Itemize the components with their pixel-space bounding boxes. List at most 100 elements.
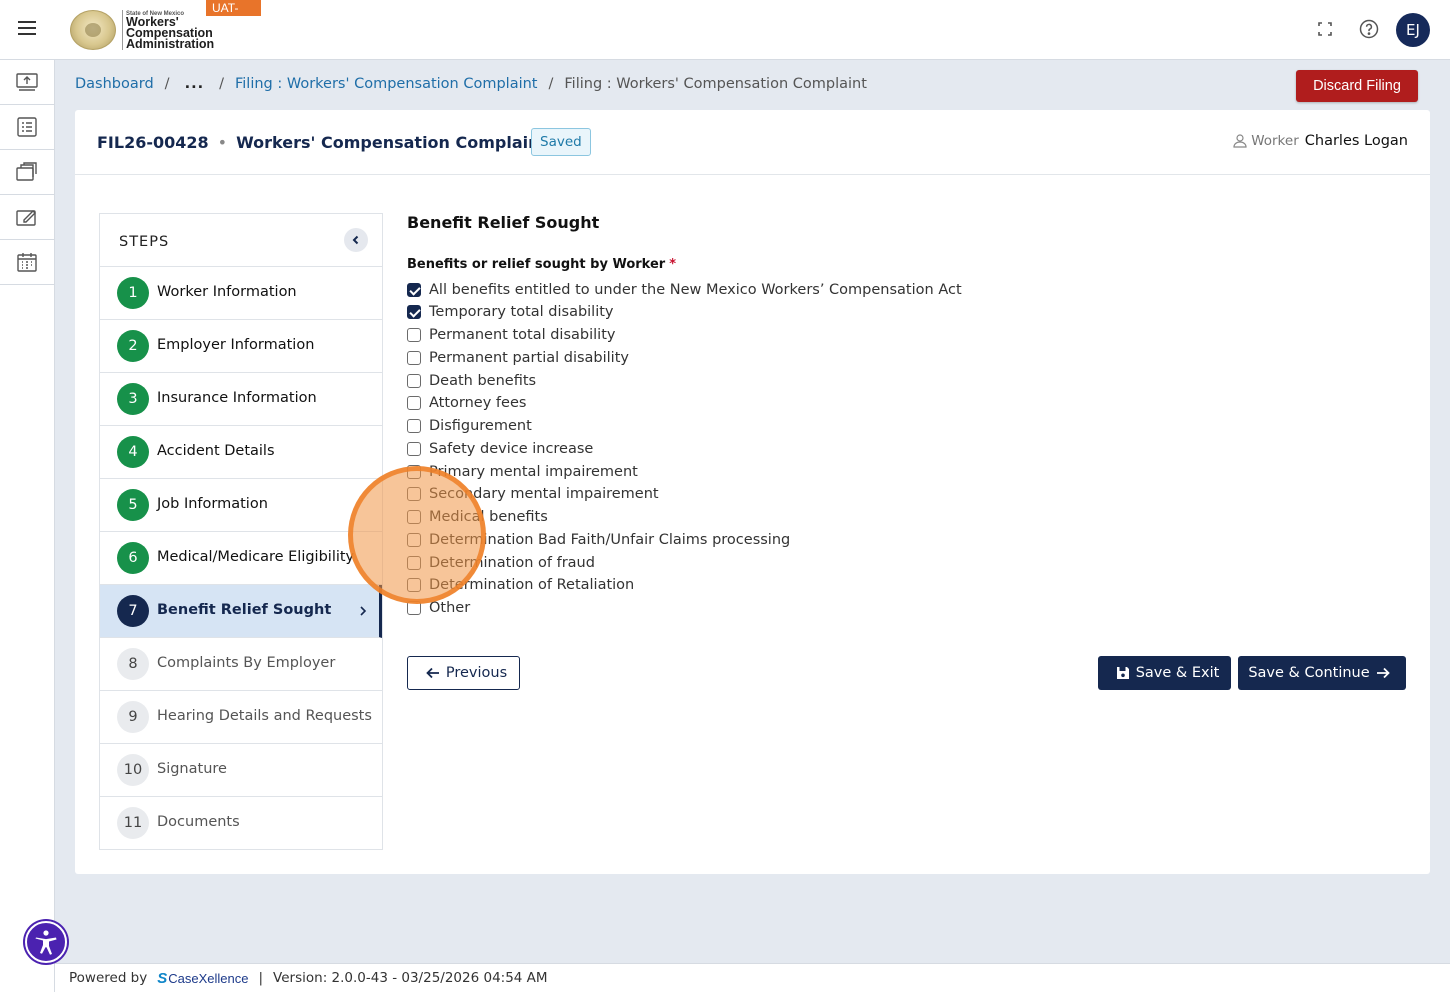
chevron-right-icon [360,606,367,616]
status-badge: Saved [531,128,591,156]
previous-button[interactable]: Previous [407,656,520,690]
step-9[interactable]: 9 Hearing Details and Requests [100,691,382,744]
benefit-option[interactable]: Secondary mental impairement [407,484,659,504]
benefit-option-label: Temporary total disability [429,304,614,320]
rail-calendar-icon[interactable] [0,240,54,285]
benefit-option[interactable]: Other [407,598,470,618]
accessibility-icon[interactable] [25,921,67,963]
powered-by-label: Powered by [69,970,148,986]
benefit-option-label: Determination of fraud [429,555,595,571]
section-title: Benefit Relief Sought [407,213,600,232]
benefit-option-label: Death benefits [429,373,537,389]
benefit-option-label: Attorney fees [429,395,527,411]
filing-title: FIL26-00428 • Workers' Compensation Comp… [97,133,548,152]
benefit-option[interactable]: Safety device increase [407,439,593,459]
step-5[interactable]: 5 Job Information [100,479,382,532]
benefit-option-label: Determination Bad Faith/Unfair Claims pr… [429,532,791,548]
step-number: 6 [117,542,149,574]
step-label: Benefit Relief Sought [157,602,332,618]
rail-upload-icon[interactable] [0,60,54,105]
step-label: Employer Information [157,337,315,353]
fullscreen-icon[interactable] [1313,17,1337,41]
step-3[interactable]: 3 Insurance Information [100,373,382,426]
step-8[interactable]: 8 Complaints By Employer [100,638,382,691]
wca-logo[interactable]: State of New Mexico Workers' Compensatio… [70,0,262,60]
benefit-option-label: Medical benefits [429,509,548,525]
rail-list-icon[interactable] [0,105,54,150]
breadcrumb-dashboard[interactable]: Dashboard [75,76,154,92]
step-10[interactable]: 10 Signature [100,744,382,797]
benefit-option-label: Other [429,600,471,616]
filing-type: Workers' Compensation Complaint [236,133,548,152]
save-exit-button[interactable]: Save & Exit [1098,656,1231,690]
step-label: Job Information [157,496,268,512]
step-7[interactable]: 7 Benefit Relief Sought [100,585,382,638]
benefit-checkbox[interactable] [407,601,421,615]
benefit-option[interactable]: All benefits entitled to under the New M… [407,280,962,300]
benefit-option-label: Permanent partial disability [429,350,629,366]
benefit-checkbox[interactable] [407,419,421,433]
logo-text: State of New Mexico Workers' Compensatio… [126,11,215,51]
benefit-checkbox[interactable] [407,533,421,547]
benefit-option-label: Permanent total disability [429,327,616,343]
breadcrumb-filing-link[interactable]: Filing : Workers' Compensation Complaint [235,76,538,92]
step-number: 8 [117,648,149,680]
required-marker: * [669,257,677,272]
step-number: 10 [117,754,149,786]
step-number: 9 [117,701,149,733]
breadcrumb-ellipsis[interactable]: ... [185,76,205,92]
benefit-checkbox[interactable] [407,374,421,388]
rail-briefcase-icon[interactable] [0,150,54,195]
save-icon [1116,667,1129,679]
hamburger-menu-icon[interactable] [14,17,40,43]
user-avatar[interactable]: EJ [1396,13,1430,47]
benefit-checkbox[interactable] [407,328,421,342]
step-label: Medical/Medicare Eligibility [157,549,355,565]
step-label: Insurance Information [157,390,317,406]
benefit-checkbox[interactable] [407,487,421,501]
benefit-option[interactable]: Disfigurement [407,416,532,436]
steps-panel: STEPS 1 Worker Information 2 Employer Infor… [99,213,383,850]
benefit-checkbox[interactable] [407,283,421,297]
breadcrumb-current: Filing : Workers' Compensation Complaint [564,76,867,92]
collapse-steps-button[interactable] [344,228,368,252]
benefit-option[interactable]: Determination of fraud [407,553,595,573]
benefit-option[interactable]: Temporary total disability [407,302,614,322]
benefit-checkbox[interactable] [407,351,421,365]
benefit-option-label: Secondary mental impairement [429,486,659,502]
rail-edit-icon[interactable] [0,195,54,240]
benefit-checkbox[interactable] [407,510,421,524]
step-label: Signature [157,761,227,777]
benefit-option[interactable]: Medical benefits [407,507,548,527]
benefit-checkbox[interactable] [407,442,421,456]
benefit-option[interactable]: Permanent partial disability [407,348,629,368]
benefits-field-label: Benefits or relief sought by Worker * [407,257,677,272]
step-2[interactable]: 2 Employer Information [100,320,382,373]
benefit-checkbox[interactable] [407,396,421,410]
benefit-checkbox[interactable] [407,578,421,592]
help-icon[interactable] [1357,17,1381,41]
benefit-option[interactable]: Attorney fees [407,393,526,413]
step-number: 4 [117,436,149,468]
benefit-checkbox[interactable] [407,465,421,479]
step-4[interactable]: 4 Accident Details [100,426,382,479]
benefit-option[interactable]: Primary mental impairement [407,462,638,482]
step-6[interactable]: 6 Medical/Medicare Eligibility [100,532,382,585]
step-1[interactable]: 1 Worker Information [100,267,382,320]
step-11[interactable]: 11 Documents [100,797,382,850]
footer: Powered by S CaseXellence | Version: 2.0.… [55,963,1450,992]
step-number: 7 [117,595,149,627]
save-continue-button[interactable]: Save & Continue [1238,656,1406,690]
benefit-option[interactable]: Determination Bad Faith/Unfair Claims pr… [407,530,790,550]
benefit-option[interactable]: Determination of Retaliation [407,575,634,595]
step-label: Complaints By Employer [157,655,336,671]
benefit-checkbox[interactable] [407,305,421,319]
benefit-checkbox[interactable] [407,556,421,570]
discard-filing-button[interactable]: Discard Filing [1296,70,1418,102]
benefit-option[interactable]: Death benefits [407,371,536,391]
casexellence-logo: S CaseXellence [157,969,249,987]
steps-title: STEPS [119,234,170,250]
step-label: Accident Details [157,443,275,459]
step-number: 11 [117,807,149,839]
benefit-option[interactable]: Permanent total disability [407,325,615,345]
